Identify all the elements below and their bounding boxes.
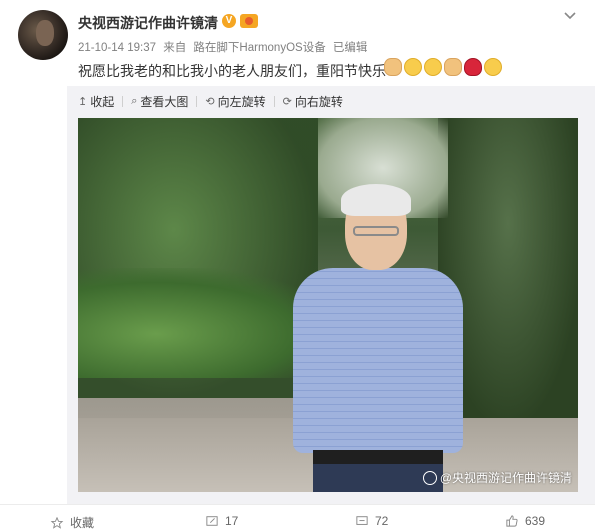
weibo-logo-icon [422, 470, 437, 485]
post-source[interactable]: 路在脚下HarmonyOS设备 [193, 42, 325, 54]
rotate-right-icon: ⟳ [282, 95, 292, 108]
avatar-face [36, 20, 54, 46]
avatar[interactable] [18, 10, 68, 60]
repost-button[interactable]: 17 [205, 514, 238, 528]
rotate-left-icon: ⟲ [205, 95, 215, 108]
verified-badge-icon: V [222, 14, 236, 28]
person-hair [341, 184, 411, 216]
comment-icon [356, 516, 368, 525]
person-belt [313, 450, 443, 464]
repost-count: 17 [225, 514, 239, 528]
thumbs-up-icon [506, 515, 518, 527]
like-count: 639 [525, 514, 546, 528]
repost-icon [206, 516, 218, 526]
star-icon [50, 516, 64, 529]
rotate-left-button[interactable]: ⟲ 向左旋转 [205, 93, 265, 110]
photo-person [283, 184, 473, 492]
post-emojis [384, 58, 502, 78]
comment-count: 72 [375, 514, 389, 528]
edited-label: 已编辑 [332, 42, 368, 54]
magnifier-icon: ⌕ [131, 94, 138, 107]
person-glasses [353, 226, 399, 236]
source-prefix: 来自 [163, 42, 187, 54]
action-bar: 收藏 17 72 639 [0, 504, 595, 532]
rotate-left-label: 向左旋转 [217, 94, 266, 109]
toolbar-divider [273, 95, 275, 107]
watermark-text: @央视西游记作曲许镜清 [439, 471, 572, 485]
person-shirt [293, 268, 463, 453]
collapse-arrow-icon: ↥ [78, 95, 88, 108]
post-time[interactable]: 21-10-14 19:37 [78, 42, 156, 54]
media-toolbar: ↥ 收起 ⌕ 查看大图 ⟲ 向左旋转 ⟳ 向右旋转 [78, 93, 343, 109]
blush-emoji-icon [424, 58, 442, 76]
blush-emoji-icon [404, 58, 422, 76]
rose-emoji-icon [464, 58, 482, 76]
toolbar-divider [122, 95, 124, 107]
view-large-button[interactable]: ⌕ 查看大图 [131, 93, 188, 110]
post-text: 祝愿比我老的和比我小的老人朋友们，重阳节快乐 [78, 63, 386, 79]
vip-icon [240, 14, 258, 28]
chevron-down-icon[interactable] [563, 10, 577, 20]
smile-emoji-icon [484, 58, 502, 76]
post-meta: 21-10-14 19:37 来自 路在脚下HarmonyOS设备 已编辑 [78, 39, 371, 55]
comment-button[interactable]: 72 [355, 514, 388, 528]
toolbar-divider [196, 95, 198, 107]
rotate-right-button[interactable]: ⟳ 向右旋转 [283, 93, 343, 110]
favorite-button[interactable]: 收藏 [50, 514, 94, 531]
collapse-label: 收起 [90, 94, 115, 109]
like-button[interactable]: 639 [505, 514, 545, 528]
rotate-right-label: 向右旋转 [294, 94, 343, 109]
username[interactable]: 央视西游记作曲许镜清 [78, 13, 218, 33]
post-photo[interactable]: @央视西游记作曲许镜清 [78, 118, 578, 492]
view-large-label: 查看大图 [140, 94, 189, 109]
favorite-label: 收藏 [70, 516, 95, 530]
victory-hand-emoji-icon [384, 58, 402, 76]
collapse-button[interactable]: ↥ 收起 [78, 93, 114, 110]
photo-watermark: @央视西游记作曲许镜清 [422, 469, 572, 486]
flex-arm-emoji-icon [444, 58, 462, 76]
